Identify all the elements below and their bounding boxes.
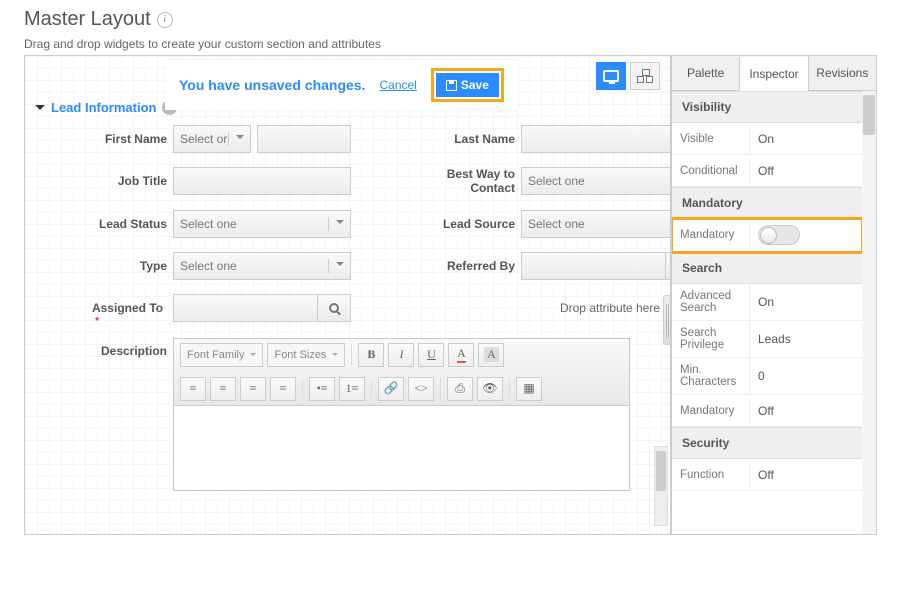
rte-underline[interactable]: U: [418, 343, 444, 367]
save-button[interactable]: Save: [436, 73, 499, 97]
label-first-name: First Name: [63, 132, 173, 146]
desktop-view-button[interactable]: [596, 62, 626, 90]
search-icon: [329, 303, 339, 313]
assigned-to-lookup[interactable]: [173, 294, 351, 322]
rte-code[interactable]: <>: [408, 377, 434, 401]
rte-table[interactable]: ▦: [516, 377, 542, 401]
drop-attribute-hint[interactable]: Drop attribute here: [521, 301, 671, 315]
rte-toolbar: Font Family Font Sizes B I U A A ≡ ≡ ≡ ≡: [174, 339, 629, 406]
rte-print[interactable]: ⎙: [447, 377, 473, 401]
monitor-icon: [603, 70, 619, 82]
right-tabs: Palette Inspector Revisions: [671, 55, 877, 91]
rte-preview[interactable]: 👁: [477, 377, 503, 401]
sitemap-icon: [637, 69, 653, 83]
save-label: Save: [461, 78, 489, 92]
tab-inspector[interactable]: Inspector: [739, 57, 807, 91]
rte-forecolor[interactable]: A: [448, 343, 474, 367]
page-subtitle: Drag and drop widgets to create your cus…: [24, 37, 877, 51]
page-title: Master Layout: [24, 8, 151, 31]
assigned-to-search-button[interactable]: [317, 294, 351, 322]
rte-font-family[interactable]: Font Family: [180, 343, 263, 367]
info-icon[interactable]: i: [157, 12, 173, 28]
lead-status-select[interactable]: Select one: [173, 210, 351, 238]
unsaved-changes-bar: You have unsaved changes. Cancel Save: [165, 60, 518, 110]
rte-align-left[interactable]: ≡: [180, 377, 206, 401]
floppy-icon: [446, 80, 457, 91]
label-last-name: Last Name: [411, 132, 521, 146]
inspector-panel: Visibility VisibleOn ConditionalOff Mand…: [671, 91, 877, 535]
type-select[interactable]: Select one: [173, 252, 351, 280]
label-assigned-to: Assigned To: [63, 301, 173, 315]
canvas-resize-handle[interactable]: [663, 295, 671, 345]
cancel-link[interactable]: Cancel: [379, 78, 416, 92]
row-mandatory[interactable]: Mandatory: [672, 219, 862, 252]
group-search: Search: [672, 252, 862, 284]
rte-bold[interactable]: B: [358, 343, 384, 367]
label-referred-by: Referred By: [411, 259, 521, 273]
row-search-privilege[interactable]: Search PrivilegeLeads: [672, 321, 862, 358]
last-name-input[interactable]: [521, 125, 671, 153]
row-visible[interactable]: VisibleOn: [672, 123, 862, 155]
unsaved-message: You have unsaved changes.: [179, 77, 365, 93]
label-lead-source: Lead Source: [411, 217, 521, 231]
rte-link[interactable]: 🔗: [378, 377, 404, 401]
group-visibility: Visibility: [672, 91, 862, 123]
sitemap-view-button[interactable]: [630, 62, 660, 90]
layout-canvas: You have unsaved changes. Cancel Save Le…: [24, 55, 671, 535]
row-advanced-search[interactable]: Advanced SearchOn: [672, 284, 862, 321]
lead-source-select[interactable]: Select one: [521, 210, 671, 238]
salutation-select[interactable]: Select or: [173, 125, 251, 153]
rte-number-list[interactable]: 1≡: [339, 377, 365, 401]
first-name-input[interactable]: [257, 125, 351, 153]
rte-font-sizes[interactable]: Font Sizes: [267, 343, 345, 367]
rte-backcolor[interactable]: A: [478, 343, 504, 367]
section-title: Lead Information: [51, 100, 156, 115]
rich-text-editor[interactable]: Font Family Font Sizes B I U A A ≡ ≡ ≡ ≡: [173, 338, 630, 491]
label-best-way: Best Way to Contact: [411, 167, 521, 196]
mandatory-toggle[interactable]: [758, 225, 800, 245]
rte-align-justify[interactable]: ≡: [270, 377, 296, 401]
referred-by-lookup[interactable]: [521, 252, 671, 280]
row-min-characters[interactable]: Min. Characters0: [672, 358, 862, 395]
tab-revisions[interactable]: Revisions: [808, 56, 876, 90]
row-search-mandatory[interactable]: MandatoryOff: [672, 395, 862, 427]
group-mandatory: Mandatory: [672, 187, 862, 219]
job-title-input[interactable]: [173, 167, 351, 195]
canvas-scrollbar[interactable]: [654, 446, 668, 526]
label-description: Description: [63, 338, 173, 491]
chevron-down-icon: [35, 105, 45, 110]
label-lead-status: Lead Status: [63, 217, 173, 231]
row-conditional[interactable]: ConditionalOff: [672, 155, 862, 187]
rte-align-right[interactable]: ≡: [240, 377, 266, 401]
label-job-title: Job Title: [63, 174, 173, 188]
label-type: Type: [63, 259, 173, 273]
rte-italic[interactable]: I: [388, 343, 414, 367]
group-security: Security: [672, 427, 862, 459]
inspector-scrollbar[interactable]: [862, 91, 876, 534]
row-function[interactable]: FunctionOff: [672, 459, 862, 491]
rte-align-center[interactable]: ≡: [210, 377, 236, 401]
best-way-select[interactable]: Select one: [521, 167, 671, 195]
rte-bullet-list[interactable]: •≡: [309, 377, 335, 401]
rte-body[interactable]: [174, 406, 629, 490]
tab-palette[interactable]: Palette: [671, 56, 739, 90]
